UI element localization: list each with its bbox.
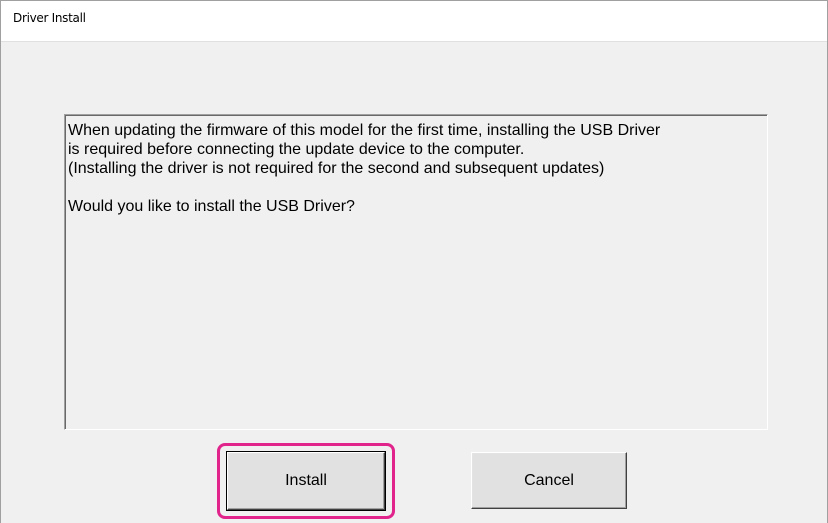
message-panel: When updating the firmware of this model… xyxy=(64,114,768,430)
driver-install-dialog: Driver Install When updating the firmwar… xyxy=(0,0,828,523)
install-button[interactable]: Install xyxy=(226,451,386,511)
cancel-button[interactable]: Cancel xyxy=(471,452,627,509)
message-text: When updating the firmware of this model… xyxy=(68,122,661,215)
title-bar[interactable]: Driver Install xyxy=(1,1,827,42)
window-title: Driver Install xyxy=(13,11,86,25)
